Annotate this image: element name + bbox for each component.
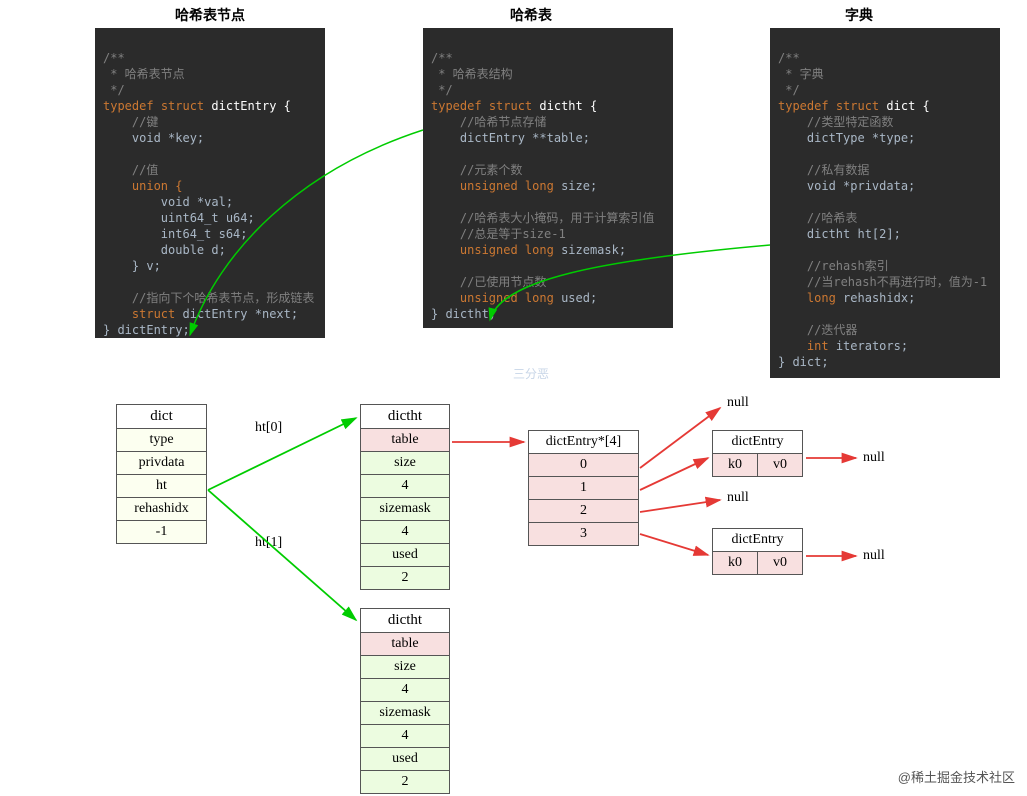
null-0: null	[727, 395, 749, 411]
struct-dictht1: dictht table size 4 sizemask 4 used 2	[360, 608, 450, 794]
null-2: null	[727, 490, 749, 506]
null-entry1: null	[863, 450, 885, 466]
struct-entry2: dictEntry k0v0	[712, 528, 803, 575]
code-dict: /** * 字典 */ typedef struct dict { //类型特定…	[770, 28, 1000, 378]
watermark-sanfen: 三分恶	[513, 365, 549, 382]
struct-entry1: dictEntry k0v0	[712, 430, 803, 477]
struct-entry-array: dictEntry*[4] 0 1 2 3	[528, 430, 639, 546]
code-dictentry: /** * 哈希表节点 */ typedef struct dictEntry …	[95, 28, 325, 338]
struct-dict: dict type privdata ht rehashidx -1	[116, 404, 207, 544]
edge-ht0: ht[0]	[255, 420, 282, 436]
title-dictht: 哈希表	[510, 5, 552, 25]
null-entry2: null	[863, 548, 885, 564]
title-dict: 字典	[845, 5, 873, 25]
code-dictht: /** * 哈希表结构 */ typedef struct dictht { /…	[423, 28, 673, 328]
edge-ht1: ht[1]	[255, 535, 282, 551]
struct-dictht0: dictht table size 4 sizemask 4 used 2	[360, 404, 450, 590]
watermark-juejin: @稀土掘金技术社区	[898, 767, 1015, 786]
title-dictentry: 哈希表节点	[175, 5, 245, 25]
